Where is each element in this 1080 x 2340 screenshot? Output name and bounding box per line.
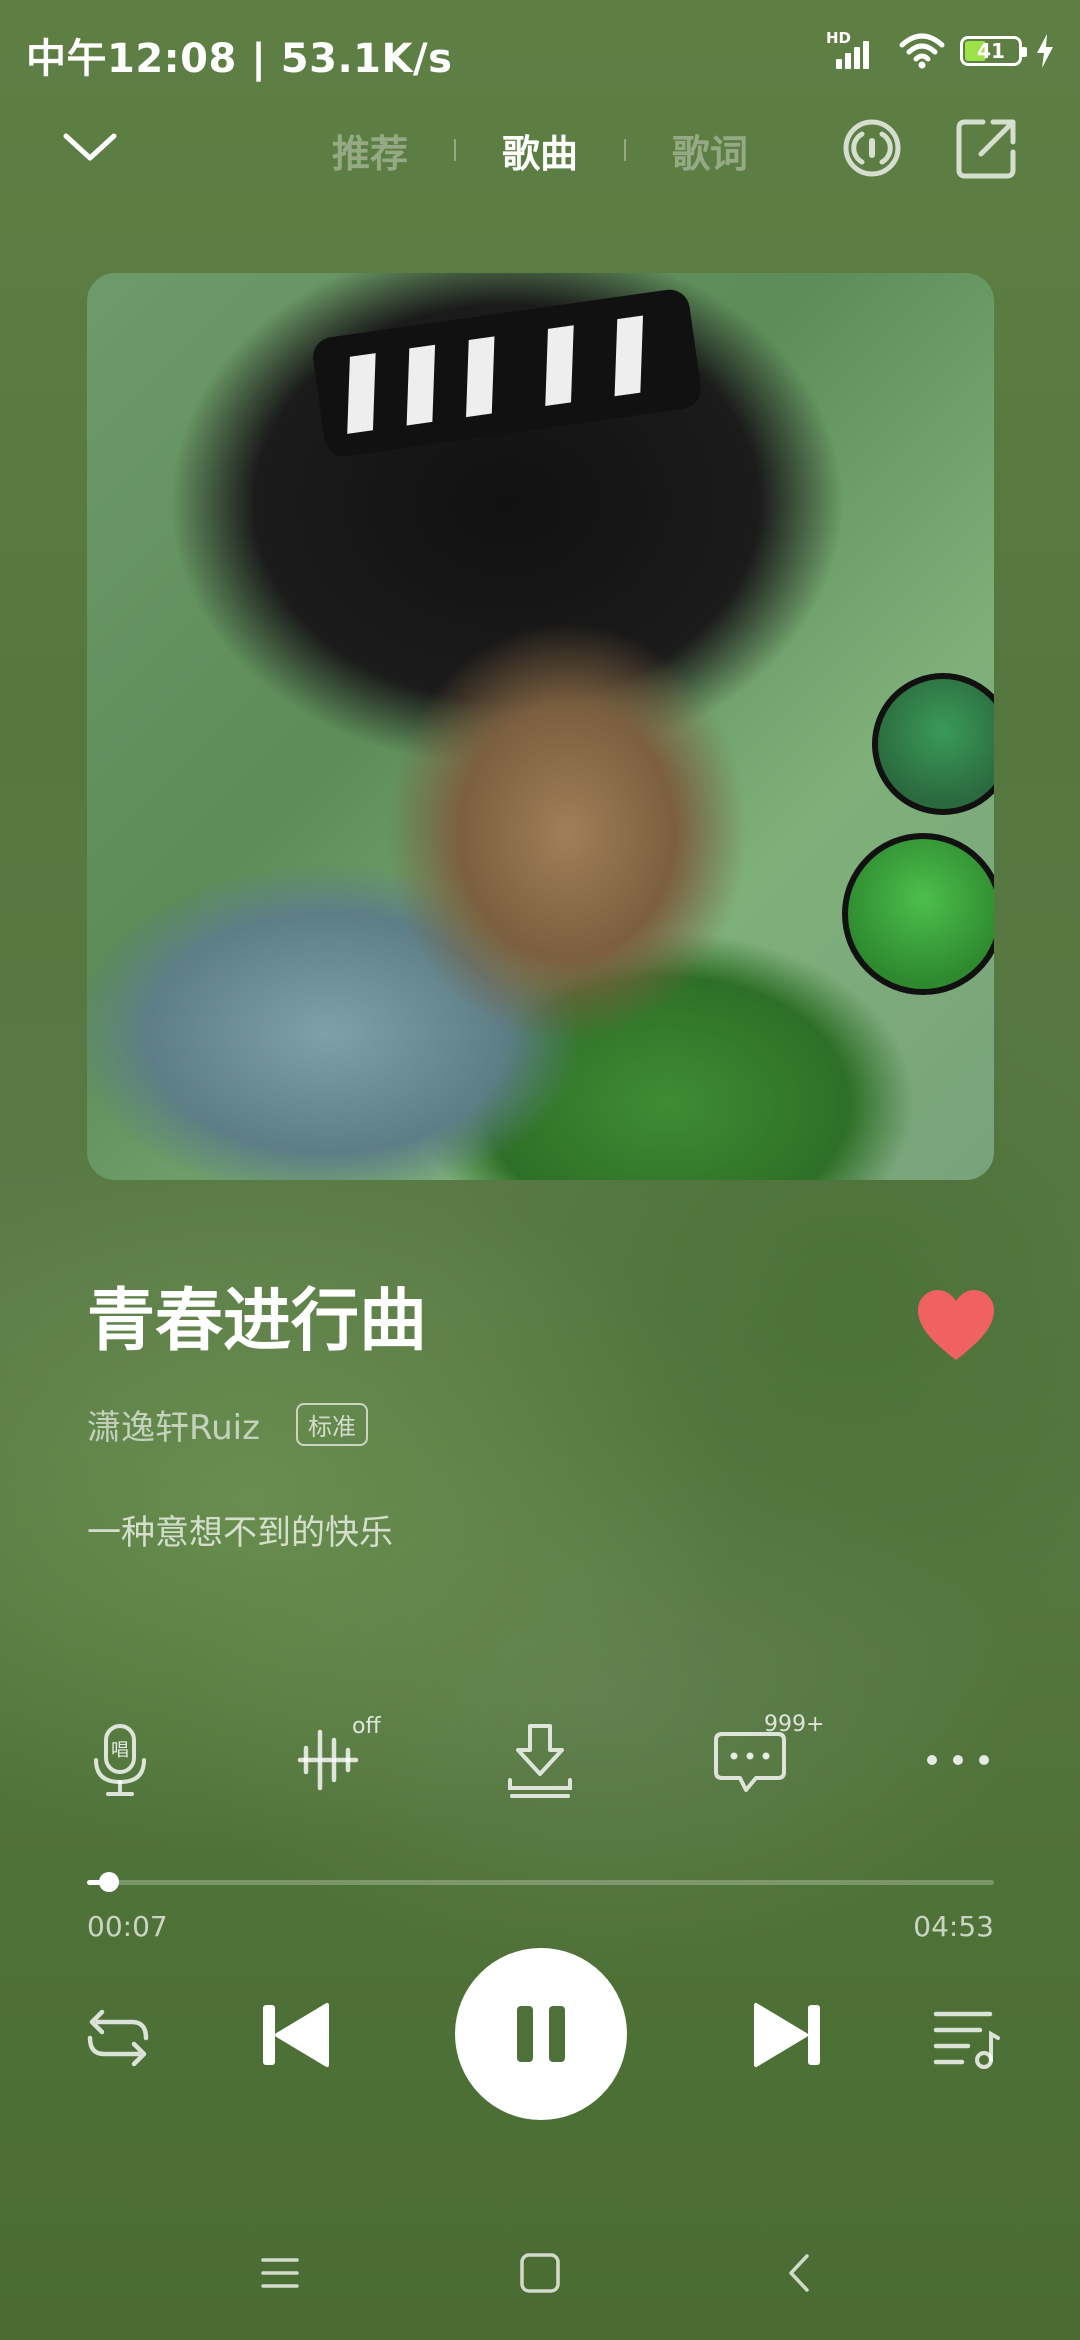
- pause-bar: [517, 2006, 533, 2062]
- pause-bar: [549, 2006, 565, 2062]
- total-time: 04:53: [913, 1910, 994, 1943]
- tab-song[interactable]: 歌曲: [456, 123, 624, 178]
- more-button[interactable]: [918, 1720, 998, 1800]
- microphone-icon: 唱: [94, 1724, 146, 1796]
- comments-button[interactable]: 999+: [710, 1712, 824, 1800]
- pause-button[interactable]: [455, 1948, 627, 2120]
- header-tabs: 推荐 歌曲 歌词: [0, 118, 1080, 182]
- like-heart-icon[interactable]: [916, 1290, 996, 1362]
- sound-effect-button[interactable]: off: [296, 1714, 381, 1800]
- progress-bar[interactable]: [87, 1872, 994, 1892]
- status-icons: HD 41: [826, 24, 1054, 78]
- song-title: 青春进行曲: [87, 1282, 428, 1361]
- cover-headband: [310, 287, 704, 459]
- battery-level: 41: [977, 39, 1005, 63]
- song-subtitle: 一种意想不到的快乐: [87, 1513, 393, 1553]
- cover-badge: [872, 673, 994, 815]
- karaoke-button[interactable]: 唱: [80, 1720, 160, 1800]
- cover-badge: [842, 833, 994, 995]
- tab-lyrics[interactable]: 歌词: [626, 123, 794, 178]
- more-icon: [927, 1755, 989, 1765]
- download-button[interactable]: [500, 1720, 580, 1800]
- comment-count: 999+: [764, 1712, 825, 1737]
- repeat-icon[interactable]: [80, 2000, 156, 2076]
- status-time-speed: 中午12:08 | 53.1K/s: [26, 36, 453, 82]
- download-icon: [508, 1724, 572, 1798]
- progress-thumb[interactable]: [98, 1872, 119, 1892]
- playlist-icon[interactable]: [928, 2000, 1004, 2076]
- tab-recommend[interactable]: 推荐: [286, 123, 454, 178]
- artist-name[interactable]: 潇逸轩Ruiz: [87, 1400, 260, 1449]
- previous-track-icon[interactable]: [255, 1995, 335, 2075]
- current-time: 00:07: [87, 1910, 168, 1943]
- album-cover[interactable]: [87, 273, 994, 1180]
- home-nav-icon[interactable]: [515, 2248, 565, 2298]
- share-icon[interactable]: [955, 116, 1019, 180]
- artist-row: 潇逸轩Ruiz 标准: [87, 1400, 368, 1449]
- menu-nav-icon[interactable]: [255, 2248, 305, 2298]
- next-track-icon[interactable]: [748, 1995, 828, 2075]
- sound-effect-badge: off: [352, 1714, 381, 1739]
- cellular-signal-icon: HD: [826, 29, 884, 73]
- radio-icon[interactable]: [840, 116, 904, 180]
- wifi-icon: [899, 33, 945, 69]
- quality-badge[interactable]: 标准: [295, 1403, 368, 1446]
- charging-icon: [1037, 34, 1053, 68]
- karaoke-char: 唱: [111, 1740, 129, 1761]
- back-nav-icon[interactable]: [775, 2248, 825, 2298]
- battery-icon: 41: [960, 36, 1027, 66]
